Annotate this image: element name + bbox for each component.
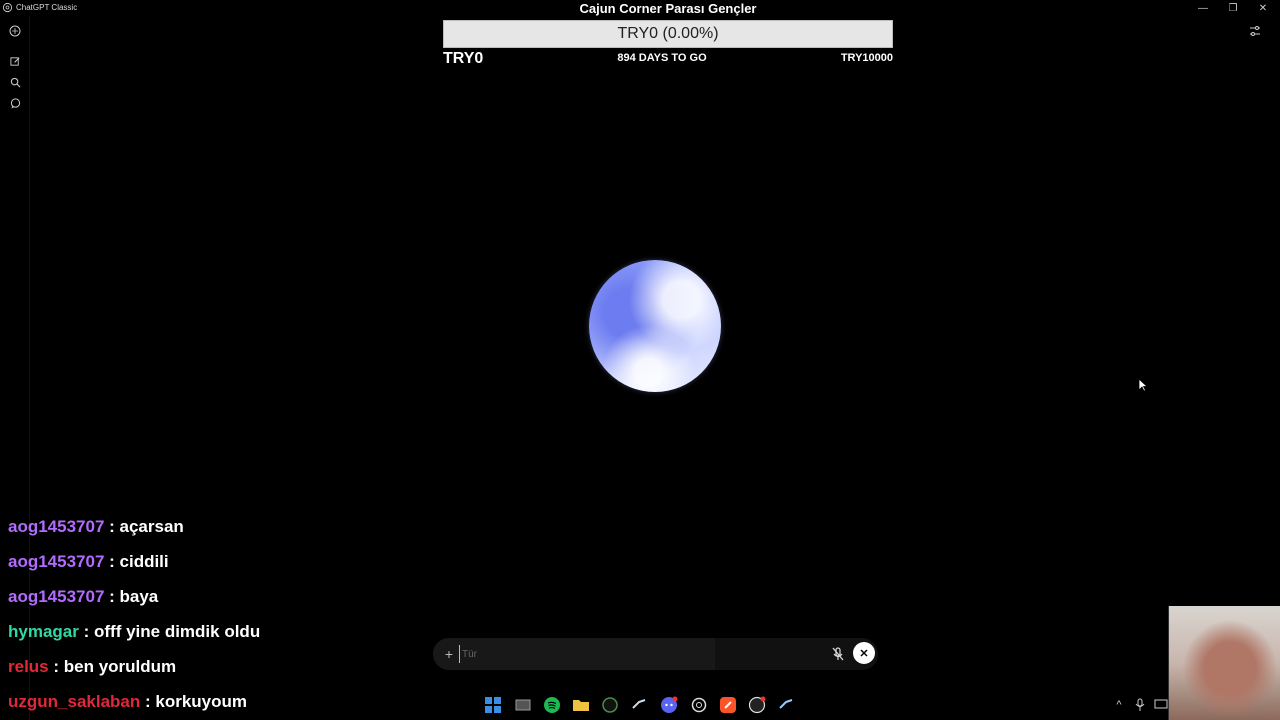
mouse-cursor-icon [1138, 378, 1148, 392]
file-explorer-icon[interactable] [572, 696, 590, 714]
chat-username: aog1453707 [8, 552, 105, 571]
close-icon [860, 649, 868, 657]
microphone-icon[interactable] [1133, 698, 1147, 712]
chat-separator: : [104, 587, 120, 606]
chat-username: aog1453707 [8, 587, 105, 606]
title-bar: ChatGPT Classic Cajun Corner Parası Genç… [0, 0, 1280, 16]
chat-message: ben yoruldum [63, 657, 177, 676]
add-attachment-button[interactable]: + [441, 646, 457, 662]
chat-separator: : [48, 657, 64, 676]
sidebar [0, 16, 30, 720]
chat-line: aog1453707 : açarsan [8, 512, 184, 542]
steam-icon[interactable] [630, 696, 648, 714]
obs-icon[interactable] [748, 696, 766, 714]
taskbar: ^ [0, 690, 1280, 720]
window-title: Cajun Corner Parası Gençler [579, 1, 757, 16]
close-window-button[interactable]: ✕ [1248, 0, 1278, 16]
chat-username: hymagar [8, 622, 79, 641]
chat-line: aog1453707 : baya [8, 582, 158, 612]
chevron-up-icon[interactable]: ^ [1112, 698, 1126, 712]
spotify-icon[interactable] [543, 696, 561, 714]
mic-muted-icon[interactable] [830, 646, 846, 662]
chat-line: aog1453707 : ciddili [8, 547, 169, 577]
discord-icon[interactable] [660, 696, 678, 714]
goal-target-amount: TRY10000 [840, 52, 893, 64]
settings-sliders-icon[interactable] [1248, 24, 1262, 38]
voice-input-bar: + [433, 638, 878, 670]
chat-message: offf yine dimdik oldu [93, 622, 261, 641]
chatgpt-home-icon[interactable] [8, 24, 22, 38]
search-icon[interactable] [8, 75, 22, 89]
chat-separator: : [78, 622, 94, 641]
chatgpt-app-icon[interactable] [601, 696, 619, 714]
chat-username: relus [8, 657, 49, 676]
chat-line: relus : ben yoruldum [8, 652, 176, 682]
goal-days-left: 894 DAYS TO GO [617, 52, 707, 64]
windows-start-icon[interactable] [484, 696, 502, 714]
minimize-button[interactable]: — [1188, 0, 1218, 16]
chat-line: hymagar : offf yine dimdik oldu [8, 617, 260, 647]
donation-goal-bar: TRY0 (0.00%) [443, 20, 893, 48]
chat-username: aog1453707 [8, 517, 105, 536]
new-chat-icon[interactable] [8, 54, 22, 68]
chatgpt-icon[interactable] [690, 696, 708, 714]
message-input[interactable] [459, 645, 699, 663]
chat-message: ciddili [119, 552, 169, 571]
end-voice-button[interactable] [853, 642, 875, 664]
chat-message: baya [119, 587, 159, 606]
chat-separator: : [104, 552, 120, 571]
chatgpt-logo-icon [2, 2, 13, 13]
brave-icon[interactable] [719, 696, 737, 714]
goal-current-amount: TRY0 [443, 50, 484, 67]
steam-icon-2[interactable] [777, 696, 795, 714]
webcam-overlay [1168, 606, 1280, 720]
voice-orb [589, 260, 721, 392]
chat-separator: : [104, 517, 120, 536]
app-name: ChatGPT Classic [16, 3, 78, 12]
chat-bubble-icon[interactable] [8, 96, 22, 110]
chat-message: açarsan [119, 517, 184, 536]
display-icon[interactable] [1154, 698, 1168, 712]
maximize-button[interactable]: ❐ [1218, 0, 1248, 16]
task-view-icon[interactable] [514, 696, 532, 714]
goal-bar-text: TRY0 (0.00%) [617, 25, 719, 42]
